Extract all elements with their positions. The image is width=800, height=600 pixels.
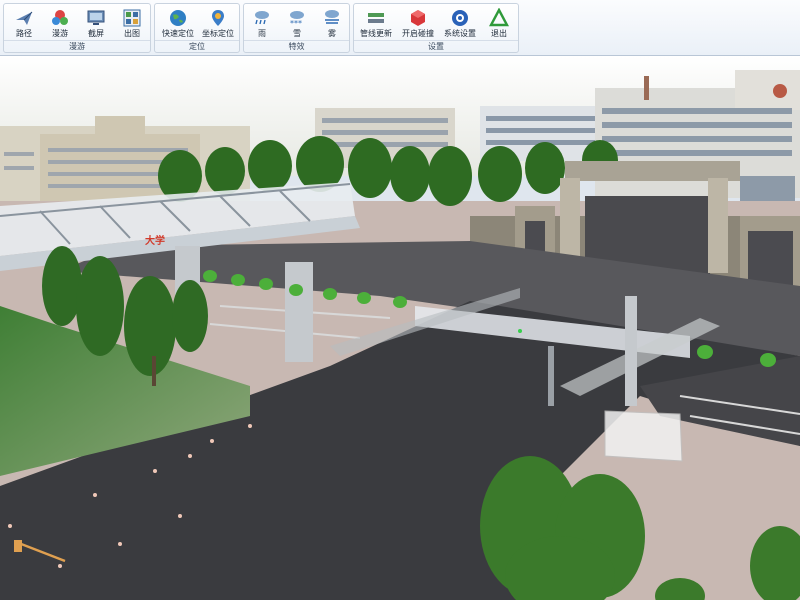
fog-icon [325, 10, 339, 24]
group-effects-label: 特效 [244, 40, 349, 52]
export-map-button[interactable]: 出图 [115, 6, 149, 42]
export-map-button-label: 出图 [124, 29, 140, 38]
snow-icon: *** [290, 11, 304, 28]
pipeline-update-icon [368, 13, 384, 23]
roam-button[interactable]: 漫游 [43, 6, 77, 42]
system-settings-button[interactable]: 系统设置 [440, 6, 480, 42]
rain-button[interactable]: 雨 [245, 6, 279, 42]
path-plane-icon [16, 11, 33, 25]
3d-city-viewport[interactable]: 大学 [0, 56, 800, 600]
building-right [595, 70, 800, 204]
path-button-label: 路径 [16, 29, 32, 38]
collision-button[interactable]: 开启碰撞 [398, 6, 438, 42]
snow-button[interactable]: *** 雪 [280, 6, 314, 42]
group-effects: 雨 *** 雪 雾 特效 [243, 3, 350, 53]
quick-locate-button-label: 快速定位 [162, 29, 194, 38]
collision-button-label: 开启碰撞 [402, 29, 434, 38]
system-settings-button-label: 系统设置 [444, 29, 476, 38]
roam-button-label: 漫游 [52, 29, 68, 38]
roam-icon [52, 10, 68, 25]
pipeline-update-button-label: 管线更新 [360, 29, 392, 38]
collision-icon [411, 10, 425, 26]
screenshot-icon [87, 10, 105, 25]
exit-button[interactable]: 退出 [482, 6, 516, 42]
group-locate: 快速定位 坐标定位 定位 [154, 3, 240, 53]
exit-icon [489, 8, 509, 27]
snow-button-label: 雪 [293, 29, 301, 38]
coordinate-locate-button[interactable]: 坐标定位 [198, 6, 238, 42]
globe-locate-icon [170, 10, 186, 26]
bridge-sign-text: 大学 [145, 234, 165, 247]
barrier-post [14, 540, 22, 552]
system-settings-icon [452, 10, 468, 26]
quick-locate-button[interactable]: 快速定位 [158, 6, 198, 42]
group-roam-label: 漫游 [4, 40, 150, 52]
ribbon-toolbar: 路径 漫游 截屏 出图 漫游 快速定位 坐标定位 定位 雨 *** 雪 雾 特效… [0, 0, 800, 56]
screenshot-button-label: 截屏 [88, 29, 104, 38]
fog-button-label: 雾 [328, 29, 336, 38]
coordinate-locate-button-label: 坐标定位 [202, 29, 234, 38]
exit-button-label: 退出 [491, 29, 507, 38]
fog-button[interactable]: 雾 [315, 6, 349, 42]
group-settings: 管线更新 开启碰撞 系统设置 退出 设置 [353, 3, 519, 53]
path-button[interactable]: 路径 [7, 6, 41, 42]
svg-text:***: *** [290, 19, 302, 28]
coordinate-pin-icon [212, 10, 224, 26]
rain-button-label: 雨 [258, 29, 266, 38]
group-roam: 路径 漫游 截屏 出图 漫游 [3, 3, 151, 53]
glass-box [604, 410, 683, 462]
export-map-icon [123, 9, 141, 27]
group-locate-label: 定位 [155, 40, 239, 52]
group-settings-label: 设置 [354, 40, 518, 52]
pipeline-update-button[interactable]: 管线更新 [356, 6, 396, 42]
screenshot-button[interactable]: 截屏 [79, 6, 113, 42]
rain-icon [255, 11, 269, 25]
